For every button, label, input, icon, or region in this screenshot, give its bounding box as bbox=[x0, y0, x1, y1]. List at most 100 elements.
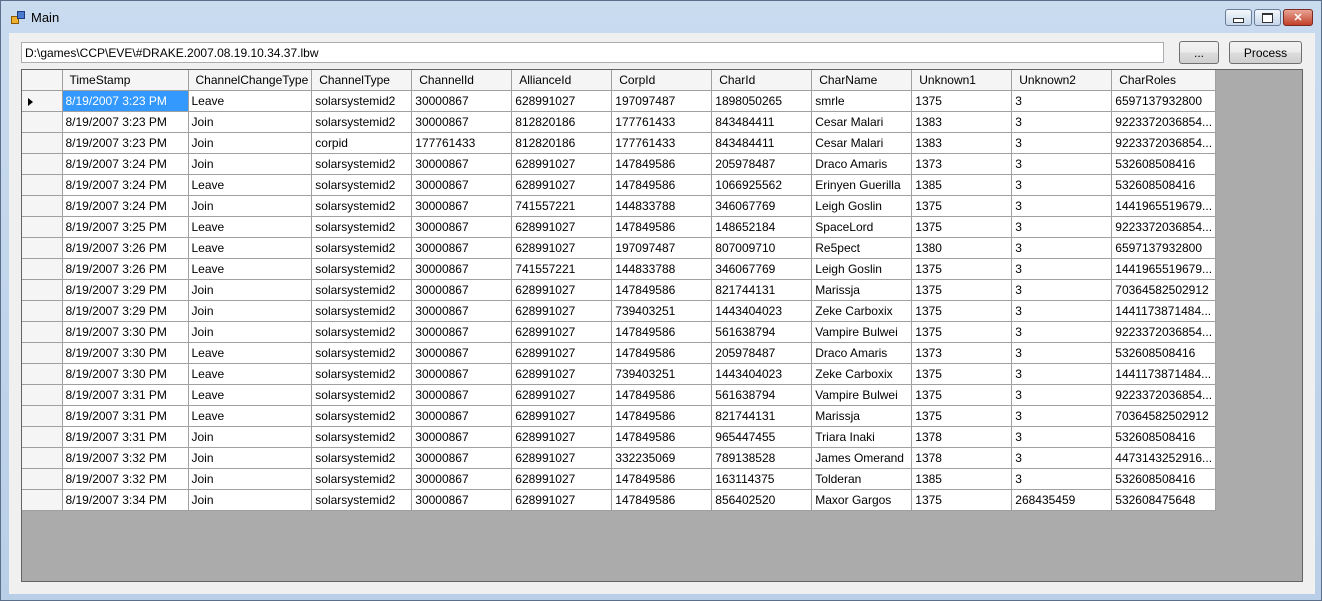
grid-cell[interactable]: Join bbox=[188, 321, 313, 343]
table-row[interactable]: 8/19/2007 3:29 PM Join solarsystemid2 30000… bbox=[22, 279, 1217, 301]
grid-cell[interactable]: 177761433 bbox=[611, 111, 713, 133]
grid-cell[interactable]: 1375 bbox=[911, 384, 1013, 406]
file-path-input[interactable] bbox=[21, 42, 1164, 63]
grid-cell[interactable]: 1375 bbox=[911, 363, 1013, 385]
grid-cell[interactable]: Zeke Carboxix bbox=[811, 300, 913, 322]
row-header[interactable] bbox=[22, 405, 63, 427]
grid-cell[interactable]: solarsystemid2 bbox=[311, 258, 413, 280]
grid-cell[interactable]: 628991027 bbox=[511, 216, 613, 238]
grid-cell[interactable]: 147849586 bbox=[611, 426, 713, 448]
table-row[interactable]: 8/19/2007 3:23 PM Join solarsystemid2 30000… bbox=[22, 111, 1217, 133]
grid-cell[interactable]: 30000867 bbox=[411, 384, 513, 406]
grid-cell[interactable]: 1375 bbox=[911, 279, 1013, 301]
grid-cell[interactable]: Leave bbox=[188, 258, 313, 280]
grid-cell[interactable]: 628991027 bbox=[511, 468, 613, 490]
grid-cell[interactable]: 205978487 bbox=[711, 342, 813, 364]
grid-cell[interactable]: 147849586 bbox=[611, 153, 713, 175]
grid-cell[interactable]: Leave bbox=[188, 342, 313, 364]
grid-cell[interactable]: Re5pect bbox=[811, 237, 913, 259]
row-header[interactable] bbox=[22, 258, 63, 280]
grid-cell[interactable]: solarsystemid2 bbox=[311, 237, 413, 259]
grid-cell[interactable]: solarsystemid2 bbox=[311, 468, 413, 490]
grid-cell[interactable]: 532608475648 bbox=[1111, 489, 1217, 511]
grid-cell[interactable]: 177761433 bbox=[611, 132, 713, 154]
grid-cell[interactable]: 30000867 bbox=[411, 258, 513, 280]
grid-cell[interactable]: 30000867 bbox=[411, 237, 513, 259]
grid-cell[interactable]: 163114375 bbox=[711, 468, 813, 490]
grid-cell[interactable]: solarsystemid2 bbox=[311, 447, 413, 469]
grid-cell[interactable]: 3 bbox=[1011, 216, 1113, 238]
grid-cell[interactable]: 8/19/2007 3:25 PM bbox=[62, 216, 189, 238]
grid-cell[interactable]: 3 bbox=[1011, 447, 1113, 469]
grid-cell[interactable]: 8/19/2007 3:24 PM bbox=[62, 195, 189, 217]
grid-cell[interactable]: 628991027 bbox=[511, 174, 613, 196]
grid-cell[interactable]: Vampire Bulwei bbox=[811, 321, 913, 343]
grid-cell[interactable]: Marissja bbox=[811, 405, 913, 427]
close-button[interactable]: ✕ bbox=[1283, 9, 1313, 26]
grid-cell[interactable]: Join bbox=[188, 468, 313, 490]
grid-cell[interactable]: 8/19/2007 3:32 PM bbox=[62, 468, 189, 490]
grid-cell[interactable]: 628991027 bbox=[511, 426, 613, 448]
table-row[interactable]: 8/19/2007 3:24 PM Join solarsystemid2 30000… bbox=[22, 195, 1217, 217]
grid-cell[interactable]: 3 bbox=[1011, 384, 1113, 406]
grid-cell[interactable]: 144833788 bbox=[611, 195, 713, 217]
grid-cell[interactable]: 3 bbox=[1011, 195, 1113, 217]
grid-cell[interactable]: Join bbox=[188, 195, 313, 217]
grid-cell[interactable]: 30000867 bbox=[411, 321, 513, 343]
grid-cell[interactable]: 821744131 bbox=[711, 405, 813, 427]
grid-cell[interactable]: 346067769 bbox=[711, 195, 813, 217]
grid-cell[interactable]: 9223372036854... bbox=[1111, 384, 1217, 406]
table-row[interactable]: 8/19/2007 3:29 PM Join solarsystemid2 30000… bbox=[22, 300, 1217, 322]
grid-cell[interactable]: 1378 bbox=[911, 447, 1013, 469]
grid-cell[interactable]: solarsystemid2 bbox=[311, 90, 413, 112]
grid-cell[interactable]: 1383 bbox=[911, 132, 1013, 154]
table-row[interactable]: 8/19/2007 3:32 PM Join solarsystemid2 30000… bbox=[22, 468, 1217, 490]
grid-cell[interactable]: 3 bbox=[1011, 405, 1113, 427]
grid-cell[interactable]: 1066925562 bbox=[711, 174, 813, 196]
grid-cell[interactable]: Join bbox=[188, 111, 313, 133]
browse-button[interactable]: ... bbox=[1179, 41, 1219, 64]
grid-cell[interactable]: 532608508416 bbox=[1111, 174, 1217, 196]
table-row[interactable]: 8/19/2007 3:32 PM Join solarsystemid2 30000… bbox=[22, 447, 1217, 469]
grid-cell[interactable]: 1443404023 bbox=[711, 300, 813, 322]
grid-cell[interactable]: solarsystemid2 bbox=[311, 111, 413, 133]
grid-cell[interactable]: 628991027 bbox=[511, 447, 613, 469]
grid-cell[interactable]: 532608508416 bbox=[1111, 468, 1217, 490]
column-header[interactable]: TimeStamp bbox=[62, 70, 189, 91]
grid-cell[interactable]: 856402520 bbox=[711, 489, 813, 511]
grid-cell[interactable]: 9223372036854... bbox=[1111, 132, 1217, 154]
grid-cell[interactable]: 197097487 bbox=[611, 90, 713, 112]
grid-cell[interactable]: 1385 bbox=[911, 174, 1013, 196]
grid-cell[interactable]: 843484411 bbox=[711, 132, 813, 154]
grid-cell[interactable]: solarsystemid2 bbox=[311, 279, 413, 301]
grid-cell[interactable]: Erinyen Guerilla bbox=[811, 174, 913, 196]
column-header[interactable]: Unknown1 bbox=[911, 70, 1013, 91]
grid-cell[interactable]: Leave bbox=[188, 363, 313, 385]
column-header[interactable]: Unknown2 bbox=[1011, 70, 1113, 91]
row-header[interactable] bbox=[22, 384, 63, 406]
grid-cell[interactable]: 807009710 bbox=[711, 237, 813, 259]
grid-cell[interactable]: 8/19/2007 3:24 PM bbox=[62, 174, 189, 196]
grid-cell[interactable]: 9223372036854... bbox=[1111, 321, 1217, 343]
grid-cell[interactable]: Leave bbox=[188, 405, 313, 427]
grid-cell[interactable]: 30000867 bbox=[411, 195, 513, 217]
grid-cell[interactable]: 147849586 bbox=[611, 342, 713, 364]
grid-cell[interactable]: 628991027 bbox=[511, 237, 613, 259]
grid-cell[interactable]: Cesar Malari bbox=[811, 111, 913, 133]
grid-cell[interactable]: SpaceLord bbox=[811, 216, 913, 238]
grid-cell[interactable]: Draco Amaris bbox=[811, 342, 913, 364]
grid-cell[interactable]: Triara Inaki bbox=[811, 426, 913, 448]
grid-cell[interactable]: 147849586 bbox=[611, 468, 713, 490]
grid-cell[interactable]: 3 bbox=[1011, 132, 1113, 154]
table-row[interactable]: 8/19/2007 3:31 PM Join solarsystemid2 30000… bbox=[22, 426, 1217, 448]
grid-cell[interactable]: 1375 bbox=[911, 321, 1013, 343]
grid-cell[interactable]: 1375 bbox=[911, 195, 1013, 217]
grid-cell[interactable]: solarsystemid2 bbox=[311, 195, 413, 217]
grid-cell[interactable]: Join bbox=[188, 279, 313, 301]
row-header[interactable] bbox=[22, 132, 63, 154]
grid-cell[interactable]: 1378 bbox=[911, 426, 1013, 448]
grid-cell[interactable]: Join bbox=[188, 489, 313, 511]
grid-cell[interactable]: 532608508416 bbox=[1111, 426, 1217, 448]
grid-cell[interactable]: 628991027 bbox=[511, 489, 613, 511]
table-row[interactable]: 8/19/2007 3:30 PM Leave solarsystemid2 3000… bbox=[22, 363, 1217, 385]
